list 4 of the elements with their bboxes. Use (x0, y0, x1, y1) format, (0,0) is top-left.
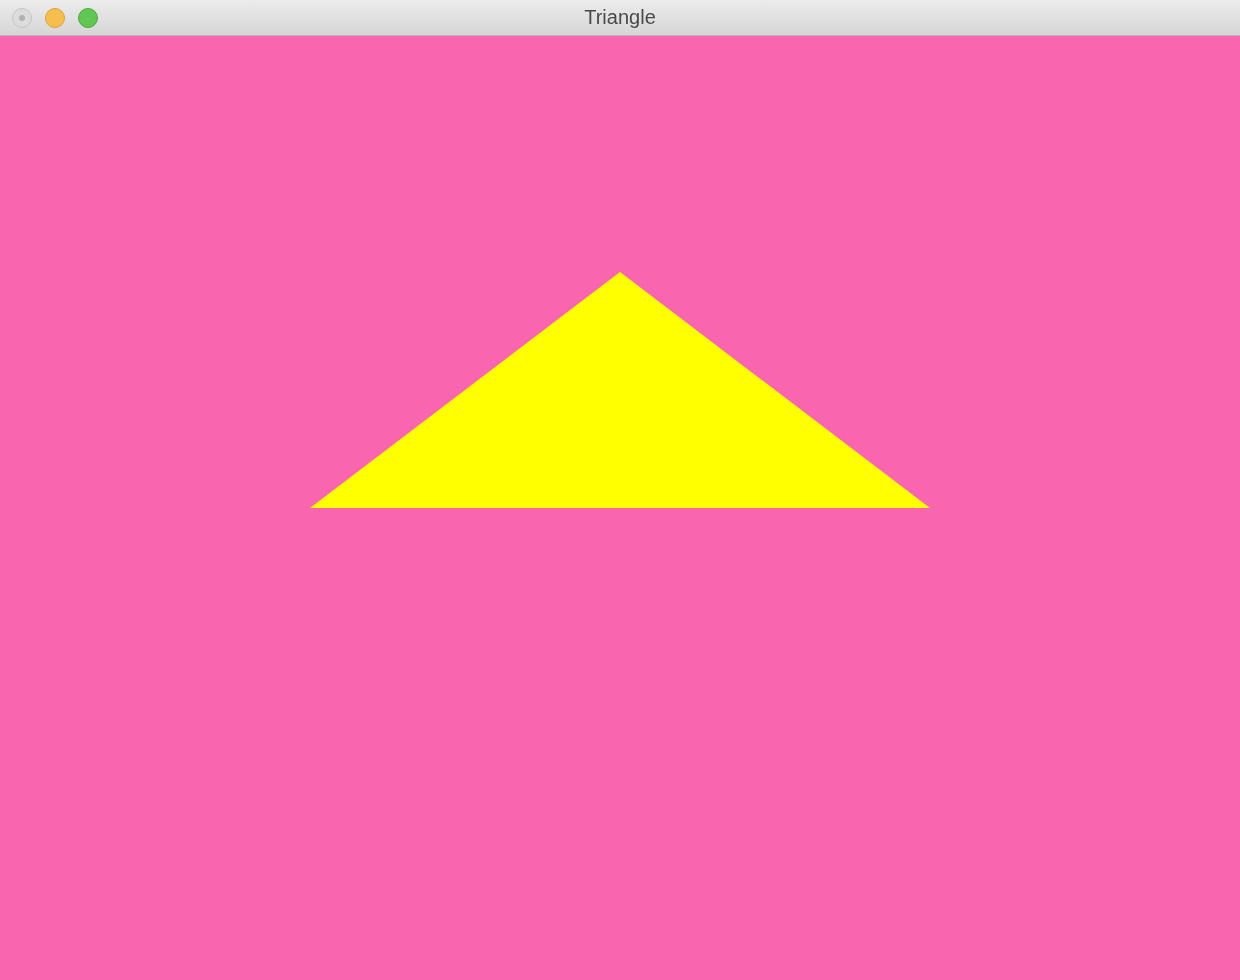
window-title: Triangle (584, 6, 656, 29)
minimize-button[interactable] (45, 8, 65, 28)
zoom-button[interactable] (78, 8, 98, 28)
close-button[interactable] (12, 8, 32, 28)
